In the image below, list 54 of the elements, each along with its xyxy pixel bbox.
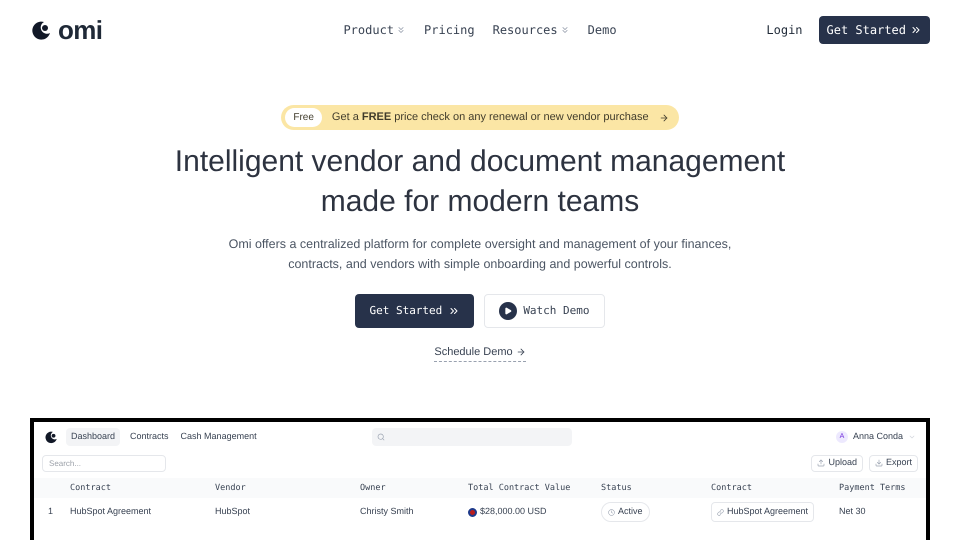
search-field[interactable]: [372, 428, 572, 446]
user-name: Anna Conda: [852, 430, 903, 444]
app-tab[interactable]: Cash Management: [178, 428, 259, 446]
announcement-text: Get a FREE price check on any renewal or new vendor purchase: [332, 110, 649, 126]
announcement-banner[interactable]: Free Get a FREE price check on any renewal or new vendor purchase: [281, 105, 679, 130]
schedule-demo-link[interactable]: Schedule Demo: [434, 344, 526, 362]
arrow-icon: [658, 112, 669, 122]
column-header: Contract: [711, 482, 752, 494]
table-cell-text: Christy Smith: [360, 505, 415, 518]
nav-link[interactable]: Resources: [492, 21, 570, 39]
table-cell-text: HubSpot Agreement: [70, 505, 152, 518]
column-header: Total Contract Value: [468, 482, 570, 494]
hero-title: Intelligent vendor and document management made for modern teams: [174, 144, 786, 220]
logo-icon: [44, 430, 58, 444]
upload-icon: [817, 459, 826, 467]
play-icon: [499, 302, 518, 320]
chevrons-icon: [910, 24, 922, 36]
download-icon: [874, 459, 883, 467]
export-button[interactable]: Export: [868, 454, 918, 472]
arrow-icon: [516, 347, 526, 358]
clock-icon: [608, 508, 615, 516]
chevrons-icon: [448, 305, 460, 317]
logo-icon: [30, 19, 52, 41]
get-started-button[interactable]: Get Started: [818, 16, 930, 44]
column-header: Payment Terms: [839, 482, 906, 494]
login-link[interactable]: Login: [766, 21, 803, 39]
flag-icon: [468, 508, 477, 516]
column-header: Vendor: [215, 482, 246, 494]
nav-link[interactable]: Pricing: [424, 21, 475, 39]
get-started-button[interactable]: Get Started: [355, 294, 474, 328]
search-icon: [376, 433, 385, 441]
search-field[interactable]: Search...: [42, 454, 166, 472]
upload-button[interactable]: Upload: [811, 454, 863, 472]
app-tab[interactable]: Dashboard: [66, 428, 120, 446]
hero-subtitle: Omi offers a centralized platform for complete oversight and management of your finances, contracts, and vendors with simple onboarding and powerful controls.: [228, 236, 732, 273]
chevron-icon: [560, 25, 570, 35]
link-icon: [717, 508, 724, 516]
column-header: Contract: [70, 482, 111, 494]
table-cell-text: HubSpot: [215, 505, 252, 518]
chevron-icon: [396, 25, 406, 35]
column-header: Status: [601, 482, 632, 494]
watch-demo-button[interactable]: Watch Demo: [484, 294, 605, 328]
table-cell: $28,000.00 USD: [468, 498, 601, 526]
table-cell-text: Net 30: [839, 505, 867, 518]
status-badge: Active: [601, 502, 650, 522]
document-link[interactable]: HubSpot Agreement: [711, 502, 814, 522]
chevron-icon: [908, 433, 916, 441]
row-number: 1: [47, 505, 54, 518]
nav-link[interactable]: Demo: [588, 21, 617, 39]
column-header: Owner: [360, 482, 386, 494]
free-badge: Free: [285, 108, 322, 127]
logo-text: omi: [58, 17, 102, 43]
nav-link[interactable]: Product: [343, 21, 406, 39]
app-tab[interactable]: Contracts: [128, 428, 171, 446]
